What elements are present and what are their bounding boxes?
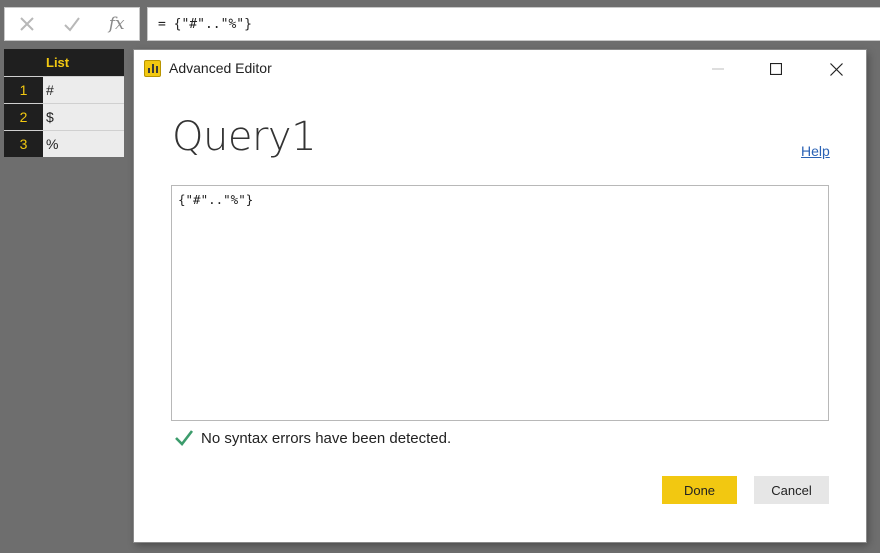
table-cell[interactable]: % <box>43 131 124 157</box>
check-icon <box>175 430 194 446</box>
table-row: 2 $ <box>4 103 124 130</box>
grid-header-row: List <box>4 49 124 76</box>
cancel-button[interactable]: Cancel <box>754 476 829 504</box>
close-button[interactable] <box>816 54 856 84</box>
syntax-status: No syntax errors have been detected. <box>174 428 451 448</box>
formula-bar-buttons: fx <box>4 7 140 41</box>
advanced-editor-dialog: Advanced Editor Query1 Help {"#".."%"} N… <box>134 50 866 542</box>
grid-corner[interactable] <box>4 49 43 76</box>
table-row: 1 # <box>4 76 124 103</box>
formula-text: = {"#".."%"} <box>158 16 252 32</box>
minimize-button[interactable] <box>698 54 738 84</box>
minimize-icon <box>712 68 724 70</box>
x-icon <box>20 17 35 31</box>
query-name-heading: Query1 <box>172 114 317 160</box>
commit-formula-button[interactable] <box>50 8 95 40</box>
column-header-list[interactable]: List <box>43 49 124 76</box>
table-cell[interactable]: # <box>43 77 124 103</box>
row-number[interactable]: 1 <box>4 77 43 103</box>
cancel-formula-button[interactable] <box>5 8 50 40</box>
close-icon <box>829 62 843 76</box>
table-row: 3 % <box>4 130 124 157</box>
fx-icon: fx <box>108 14 125 34</box>
row-number[interactable]: 3 <box>4 131 43 157</box>
done-button[interactable]: Done <box>662 476 737 504</box>
data-grid: List 1 # 2 $ 3 % <box>4 49 124 157</box>
dialog-title: Advanced Editor <box>169 60 272 76</box>
maximize-button[interactable] <box>756 54 796 84</box>
power-bi-icon <box>144 60 161 77</box>
status-text: No syntax errors have been detected. <box>201 429 452 447</box>
formula-input[interactable]: = {"#".."%"} <box>147 7 880 41</box>
help-link[interactable]: Help <box>801 143 830 159</box>
maximize-icon <box>770 63 782 75</box>
code-editor[interactable]: {"#".."%"} <box>171 185 829 421</box>
insert-function-button[interactable]: fx <box>94 8 139 40</box>
row-number[interactable]: 2 <box>4 104 43 130</box>
table-cell[interactable]: $ <box>43 104 124 130</box>
check-icon <box>64 17 80 32</box>
